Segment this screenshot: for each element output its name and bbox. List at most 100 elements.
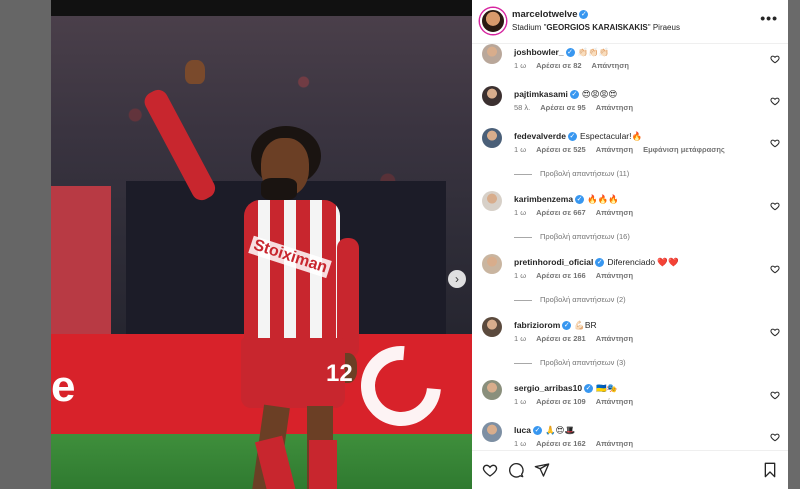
comment-heart-icon[interactable] [770,93,780,106]
commenter-username[interactable]: sergio_arribas10 [514,383,582,393]
comment-heart-icon[interactable] [770,135,780,148]
player-shorts: 12 [241,338,353,408]
comment-time: 1 ω [514,61,527,70]
player-sock-right [309,440,337,489]
comment-time: 1 ω [514,271,527,280]
post-photo[interactable]: e Stoiximan 12 [51,16,472,489]
comment-likes[interactable]: Αρέσει σε 525 [536,145,586,154]
comment-heart-icon[interactable] [770,324,780,337]
commenter-avatar[interactable] [482,191,502,211]
comment-meta: 1 ω Αρέσει σε 525 Απάντηση Εμφάνιση μετάφρα… [514,145,735,154]
chevron-right-icon: › [455,272,459,286]
verified-badge-icon: ✓ [575,195,585,205]
commenter-avatar[interactable] [482,254,502,274]
view-replies-button[interactable]: Προβολή απαντήσεων (2) [514,295,626,304]
commenter-username[interactable]: joshbowler_ [514,47,564,57]
post-header: marcelotwelve ✓ Stadium "GEORGIOS KARAISK… [472,0,788,44]
pointing-hand [185,60,205,84]
comment-body: karimbenzema ✓ 🔥🔥🔥 [514,194,619,205]
view-replies-label: Προβολή απαντήσεων (2) [540,295,626,304]
reply-button[interactable]: Απάντηση [596,145,633,154]
commenter-username[interactable]: karimbenzema [514,194,573,204]
comment-likes[interactable]: Αρέσει σε 162 [536,439,586,448]
verified-badge-icon: ✓ [533,426,543,436]
comment-text: 💪🏻BR [574,320,597,330]
comment-time: 1 ω [514,145,527,154]
author-username[interactable]: marcelotwelve ✓ [512,9,589,20]
comment-row: joshbowler_ ✓ 👏🏻👏🏻👏🏻 1 ω Αρέσει σε 82 Απάντησ… [472,44,788,84]
reply-button[interactable]: Απάντηση [596,439,633,448]
commenter-avatar[interactable] [482,44,502,64]
heart-icon[interactable] [482,462,498,478]
replies-divider-line [514,173,532,175]
comments-panel: marcelotwelve ✓ Stadium "GEORGIOS KARAISK… [472,0,788,489]
comment-likes[interactable]: Αρέσει σε 281 [536,334,586,343]
commenter-avatar[interactable] [482,86,502,106]
verified-badge-icon: ✓ [567,132,577,142]
commenter-username[interactable]: pretinhorodi_oficial [514,257,593,267]
comment-row: fedevalverde ✓ Espectacular!🔥 1 ω Αρέσει σε … [472,128,788,168]
reply-button[interactable]: Απάντηση [596,397,633,406]
verified-badge-icon: ✓ [595,258,605,268]
comment-meta: 58 λ. Αρέσει σε 95 Απάντηση [514,103,643,112]
post-actions-bar [472,450,788,489]
more-options-button[interactable]: ••• [760,10,778,26]
comment-row: karimbenzema ✓ 🔥🔥🔥 1 ω Αρέσει σε 667 Απάντηση [472,191,788,231]
comment-text: Espectacular!🔥 [579,131,643,141]
bookmark-icon[interactable] [762,462,778,478]
view-replies-button[interactable]: Προβολή απαντήσεων (11) [514,169,629,178]
comment-heart-icon[interactable] [770,261,780,274]
next-photo-button[interactable]: › [448,270,466,288]
comment-likes[interactable]: Αρέσει σε 82 [536,61,581,70]
commenter-avatar[interactable] [482,317,502,337]
commenter-username[interactable]: fedevalverde [514,131,566,141]
comment-heart-icon[interactable] [770,51,780,64]
comment-likes[interactable]: Αρέσει σε 109 [536,397,586,406]
commenter-avatar[interactable] [482,380,502,400]
comment-meta: 1 ω Αρέσει σε 667 Απάντηση [514,208,643,217]
dim-backdrop-left [0,0,51,489]
reply-button[interactable]: Απάντηση [596,334,633,343]
view-replies-button[interactable]: Προβολή απαντήσεων (3) [514,358,626,367]
comment-heart-icon[interactable] [770,429,780,442]
post-location[interactable]: Stadium "GEORGIOS KARAISKAKIS" Piraeus [512,23,680,32]
reply-button[interactable]: Απάντηση [596,103,633,112]
view-replies-label: Προβολή απαντήσεων (16) [540,232,630,241]
comment-likes[interactable]: Αρέσει σε 95 [540,103,585,112]
comment-likes[interactable]: Αρέσει σε 667 [536,208,586,217]
comment-icon[interactable] [508,462,524,478]
commenter-avatar[interactable] [482,128,502,148]
share-icon[interactable] [534,462,550,478]
comment-body: fedevalverde ✓ Espectacular!🔥 [514,131,642,142]
commenter-username[interactable]: fabriziorom [514,320,560,330]
reply-button[interactable]: Απάντηση [596,208,633,217]
reply-button[interactable]: Απάντηση [596,271,633,280]
player-figure: Stoiximan 12 [141,38,369,489]
commenter-username[interactable]: pajtimkasami [514,89,568,99]
verified-badge-icon: ✓ [584,384,594,394]
dim-backdrop-right [788,0,800,489]
comment-likes[interactable]: Αρέσει σε 166 [536,271,586,280]
see-translation-button[interactable]: Εμφάνιση μετάφρασης [643,145,725,154]
view-replies-button[interactable]: Προβολή απαντήσεων (16) [514,232,630,241]
shirt-number: 12 [326,360,353,387]
commenter-avatar[interactable] [482,422,502,442]
comment-body: sergio_arribas10 ✓ 🇺🇦🎭 [514,383,617,394]
replies-divider-line [514,362,532,364]
verified-badge-icon: ✓ [579,9,589,19]
reply-button[interactable]: Απάντηση [592,61,629,70]
replies-divider-line [514,299,532,301]
comment-row: pretinhorodi_oficial ✓ Diferenciado ❤️❤️ 1 … [472,254,788,294]
comment-heart-icon[interactable] [770,198,780,211]
comment-heart-icon[interactable] [770,387,780,400]
comment-time: 1 ω [514,334,527,343]
comment-text: Diferenciado ❤️❤️ [607,257,679,267]
commenter-username[interactable]: luca [514,425,531,435]
author-avatar[interactable] [480,8,506,34]
comment-row: pajtimkasami ✓ 😍😡😡😍 58 λ. Αρέσει σε 95 Απάντη… [472,86,788,126]
comment-row: fabriziorom ✓ 💪🏻BR 1 ω Αρέσει σε 281 Απάντηση [472,317,788,357]
comment-text: 👏🏻👏🏻👏🏻 [577,47,610,57]
comment-meta: 1 ω Αρέσει σε 162 Απάντηση [514,439,643,448]
player-beard [261,178,297,200]
comment-time: 1 ω [514,439,527,448]
